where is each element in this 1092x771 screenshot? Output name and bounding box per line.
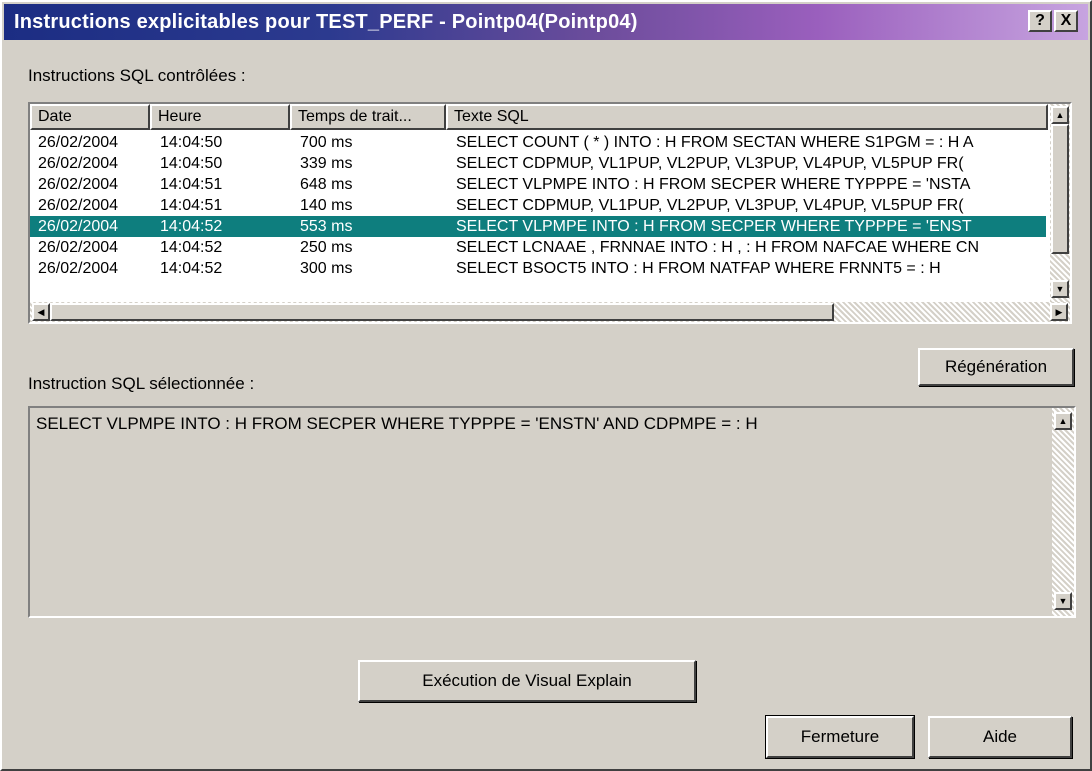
cell-sql: SELECT COUNT ( * ) INTO : H FROM SECTAN … bbox=[456, 134, 974, 151]
cell-sql: SELECT BSOCT5 INTO : H FROM NATFAP WHERE… bbox=[456, 260, 941, 274]
cell-date: 26/02/2004 bbox=[38, 218, 119, 235]
cell-duration: 250 ms bbox=[300, 239, 353, 256]
column-header-heure[interactable]: Heure bbox=[150, 104, 290, 130]
cell-duration: 339 ms bbox=[300, 155, 353, 172]
regeneration-button[interactable]: Régénération bbox=[918, 348, 1074, 386]
cell-date: 26/02/2004 bbox=[38, 134, 119, 151]
table-row[interactable]: 26/02/2004 14:04:51 648 ms SELECT VLPMPE… bbox=[30, 174, 1046, 195]
selected-sql-textarea[interactable]: SELECT VLPMPE INTO : H FROM SECPER WHERE… bbox=[28, 406, 1076, 618]
cell-time: 14:04:52 bbox=[160, 260, 223, 274]
scroll-up-icon[interactable]: ▲ bbox=[1051, 106, 1069, 124]
cell-date: 26/02/2004 bbox=[38, 197, 119, 214]
textarea-vertical-scrollbar[interactable]: ▲ ▼ bbox=[1052, 408, 1074, 616]
scroll-up-icon[interactable]: ▲ bbox=[1054, 412, 1072, 430]
column-header-texte-sql[interactable]: Texte SQL bbox=[446, 104, 1048, 130]
list-vertical-scrollbar[interactable]: ▲ ▼ bbox=[1050, 104, 1070, 302]
column-header-temps[interactable]: Temps de trait... bbox=[290, 104, 446, 130]
cell-sql: SELECT LCNAAE , FRNNAE INTO : H , : H FR… bbox=[456, 239, 980, 256]
sql-list[interactable]: Date Heure Temps de trait... Texte SQL 2… bbox=[28, 102, 1072, 324]
vertical-scroll-thumb[interactable] bbox=[1051, 124, 1069, 254]
cell-date: 26/02/2004 bbox=[38, 176, 119, 193]
table-row-selected[interactable]: 26/02/2004 14:04:52 553 ms SELECT VLPMPE… bbox=[30, 216, 1046, 237]
dialog-window: Instructions explicitables pour TEST_PER… bbox=[0, 0, 1092, 771]
cell-duration: 300 ms bbox=[300, 260, 353, 274]
scroll-right-icon[interactable]: ▶ bbox=[1050, 303, 1068, 321]
cell-sql: SELECT VLPMPE INTO : H FROM SECPER WHERE… bbox=[456, 218, 972, 235]
scroll-left-icon[interactable]: ◀ bbox=[32, 303, 50, 321]
title-bar[interactable]: Instructions explicitables pour TEST_PER… bbox=[4, 4, 1088, 40]
table-row[interactable]: 26/02/2004 14:04:52 300 ms SELECT BSOCT5… bbox=[30, 258, 1046, 274]
scroll-down-icon[interactable]: ▼ bbox=[1051, 280, 1069, 298]
help-button[interactable]: Aide bbox=[928, 716, 1072, 758]
cell-date: 26/02/2004 bbox=[38, 239, 119, 256]
cell-duration: 553 ms bbox=[300, 218, 353, 235]
cell-date: 26/02/2004 bbox=[38, 155, 119, 172]
scroll-down-icon[interactable]: ▼ bbox=[1054, 592, 1072, 610]
cell-time: 14:04:52 bbox=[160, 239, 223, 256]
cell-time: 14:04:50 bbox=[160, 134, 223, 151]
cell-date: 26/02/2004 bbox=[38, 260, 119, 274]
window-title: Instructions explicitables pour TEST_PER… bbox=[14, 11, 638, 33]
close-title-button[interactable]: X bbox=[1054, 10, 1078, 32]
cell-duration: 700 ms bbox=[300, 134, 353, 151]
cell-duration: 648 ms bbox=[300, 176, 353, 193]
horizontal-scroll-thumb[interactable] bbox=[50, 303, 834, 321]
cell-sql: SELECT CDPMUP, VL1PUP, VL2PUP, VL3PUP, V… bbox=[456, 155, 964, 172]
selected-sql-label: Instruction SQL sélectionnée : bbox=[28, 374, 255, 393]
list-header: Date Heure Temps de trait... Texte SQL bbox=[30, 104, 1048, 130]
table-row[interactable]: 26/02/2004 14:04:51 140 ms SELECT CDPMUP… bbox=[30, 195, 1046, 216]
cell-time: 14:04:51 bbox=[160, 176, 223, 193]
table-row[interactable]: 26/02/2004 14:04:50 700 ms SELECT COUNT … bbox=[30, 132, 1046, 153]
cell-duration: 140 ms bbox=[300, 197, 353, 214]
cell-sql: SELECT VLPMPE INTO : H FROM SECPER WHERE… bbox=[456, 176, 971, 193]
table-row[interactable]: 26/02/2004 14:04:52 250 ms SELECT LCNAAE… bbox=[30, 237, 1046, 258]
table-row[interactable]: 26/02/2004 14:04:50 339 ms SELECT CDPMUP… bbox=[30, 153, 1046, 174]
cell-time: 14:04:51 bbox=[160, 197, 223, 214]
cell-time: 14:04:50 bbox=[160, 155, 223, 172]
help-title-button[interactable]: ? bbox=[1028, 10, 1052, 32]
controlled-sql-label: Instructions SQL contrôlées : bbox=[28, 66, 246, 85]
list-horizontal-scrollbar[interactable]: ◀ ▶ bbox=[30, 302, 1070, 322]
selected-sql-text: SELECT VLPMPE INTO : H FROM SECPER WHERE… bbox=[36, 414, 758, 433]
column-header-date[interactable]: Date bbox=[30, 104, 150, 130]
cell-sql: SELECT CDPMUP, VL1PUP, VL2PUP, VL3PUP, V… bbox=[456, 197, 964, 214]
cell-time: 14:04:52 bbox=[160, 218, 223, 235]
visual-explain-button[interactable]: Exécution de Visual Explain bbox=[358, 660, 696, 702]
close-button[interactable]: Fermeture bbox=[765, 715, 915, 759]
